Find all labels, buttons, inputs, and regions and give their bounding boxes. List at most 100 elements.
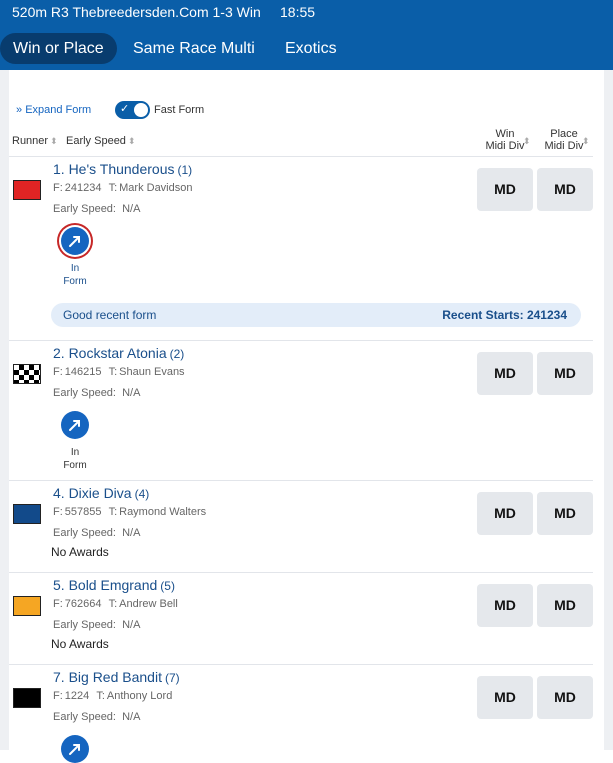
early-speed-label: Early Speed: <box>53 387 116 399</box>
form-summary-banner: Good recent form Recent Starts: 241234 <box>51 303 581 327</box>
divider <box>9 156 593 157</box>
early-speed: Early Speed: N/A <box>53 527 140 539</box>
trainer-label: T: <box>108 506 118 518</box>
in-form-icon[interactable] <box>61 227 89 255</box>
expand-form-link[interactable]: » Expand Form <box>16 104 91 116</box>
form-value: 146215 <box>64 366 102 378</box>
in-form-icon[interactable] <box>61 411 89 439</box>
form-label: F: <box>53 366 63 378</box>
divider <box>9 480 593 481</box>
sort-early-speed[interactable]: Early Speed ⬍ <box>66 135 135 147</box>
divider <box>9 664 593 665</box>
sort-icon: ⬍ <box>127 136 136 146</box>
fast-form-toggle[interactable]: ✓ <box>115 101 150 119</box>
in-form-line2: Form <box>63 276 87 287</box>
silk-icon <box>13 504 41 524</box>
win-odds-button[interactable]: MD <box>477 168 533 211</box>
win-odds-button[interactable]: MD <box>477 352 533 395</box>
trainer-value: Raymond Walters <box>119 506 207 518</box>
early-speed: Early Speed: N/A <box>53 387 140 399</box>
trainer-value: Anthony Lord <box>106 690 173 702</box>
tab-win-or-place[interactable]: Win or Place <box>0 33 117 64</box>
header-bar: 520m R3 Thebreedersden.Com 1-3 Win 18:55… <box>0 0 613 70</box>
form-label: F: <box>53 690 63 702</box>
form-value: 1224 <box>64 690 90 702</box>
early-speed-label: Early Speed: <box>53 203 116 215</box>
form-label: F: <box>53 598 63 610</box>
runner-meta: F: 1224 T: Anthony Lord <box>53 690 172 702</box>
early-speed: Early Speed: N/A <box>53 619 140 631</box>
trainer-label: T: <box>108 598 118 610</box>
runner-name-text: 2. Rockstar Atonia <box>53 345 167 361</box>
runner-meta: F: 762664 T: Andrew Bell <box>53 598 178 610</box>
runner-box: (7) <box>164 671 180 685</box>
sort-icon: ⬍ <box>50 136 58 146</box>
silk-icon <box>13 364 41 384</box>
form-summary-text: Good recent form <box>63 308 157 322</box>
tab-exotics[interactable]: Exotics <box>285 33 337 64</box>
check-icon: ✓ <box>120 103 130 115</box>
chevron-double-down-icon: » <box>16 104 23 116</box>
form-value: 557855 <box>64 506 102 518</box>
divider <box>9 572 593 573</box>
in-form-label: In Form <box>55 446 95 472</box>
early-speed-value: N/A <box>122 619 141 631</box>
in-form-line1: In <box>70 447 80 458</box>
early-speed-value: N/A <box>122 711 141 723</box>
sort-runner[interactable]: Runner ⬍ <box>12 135 58 147</box>
place-odds-button[interactable]: MD <box>537 584 593 627</box>
place-odds-button[interactable]: MD <box>537 168 593 211</box>
win-odds-button[interactable]: MD <box>477 676 533 719</box>
silk-icon <box>13 596 41 616</box>
early-speed-label: Early Speed: <box>53 527 116 539</box>
place-odds-button[interactable]: MD <box>537 676 593 719</box>
early-speed-value: N/A <box>122 527 141 539</box>
silk-icon <box>13 180 41 200</box>
race-time: 18:55 <box>280 4 316 20</box>
expand-form-label: Expand Form <box>25 104 92 116</box>
tab-same-race-multi[interactable]: Same Race Multi <box>133 33 255 64</box>
runner-name[interactable]: 1. He's Thunderous (1) <box>53 161 192 177</box>
in-form-line1: In <box>70 263 80 274</box>
runner-meta: F: 241234 T: Mark Davidson <box>53 182 192 194</box>
place-odds-button[interactable]: MD <box>537 492 593 535</box>
place-odds-button[interactable]: MD <box>537 352 593 395</box>
early-speed-value: N/A <box>122 203 141 215</box>
trainer-label: T: <box>108 366 118 378</box>
runner-box: (2) <box>169 347 185 361</box>
runner-header: Runner <box>12 135 49 147</box>
win-odds-button[interactable]: MD <box>477 492 533 535</box>
recent-starts: Recent Starts: 241234 <box>442 308 567 322</box>
in-form-label: In Form <box>55 262 95 288</box>
runner-meta: F: 146215 T: Shaun Evans <box>53 366 185 378</box>
form-value: 762664 <box>64 598 102 610</box>
silk-icon <box>13 688 41 708</box>
right-gutter <box>604 70 613 750</box>
left-gutter <box>0 70 9 750</box>
early-speed: Early Speed: N/A <box>53 711 140 723</box>
runner-box: (4) <box>134 487 150 501</box>
runner-name-text: 5. Bold Emgrand <box>53 577 158 593</box>
runner-name-text: 4. Dixie Diva <box>53 485 132 501</box>
runner-name[interactable]: 5. Bold Emgrand (5) <box>53 577 175 593</box>
sort-icon: ⬍ <box>582 136 590 146</box>
divider <box>9 340 593 341</box>
runner-name-text: 7. Big Red Bandit <box>53 669 162 685</box>
runner-name[interactable]: 2. Rockstar Atonia (2) <box>53 345 184 361</box>
fast-form-label: Fast Form <box>154 104 205 116</box>
runner-name[interactable]: 7. Big Red Bandit (7) <box>53 669 180 685</box>
runner-name-text: 1. He's Thunderous <box>53 161 175 177</box>
win-odds-button[interactable]: MD <box>477 584 533 627</box>
trainer-value: Mark Davidson <box>119 182 193 194</box>
trainer-label: T: <box>108 182 118 194</box>
runner-name[interactable]: 4. Dixie Diva (4) <box>53 485 149 501</box>
trainer-value: Shaun Evans <box>119 366 185 378</box>
awards-text: No Awards <box>51 545 109 559</box>
in-form-icon[interactable] <box>61 735 89 763</box>
early-speed-value: N/A <box>122 387 141 399</box>
trainer-label: T: <box>96 690 105 702</box>
runner-meta: F: 557855 T: Raymond Walters <box>53 506 206 518</box>
early-speed: Early Speed: N/A <box>53 203 140 215</box>
early-speed-header: Early Speed <box>66 135 126 147</box>
trainer-value: Andrew Bell <box>119 598 178 610</box>
